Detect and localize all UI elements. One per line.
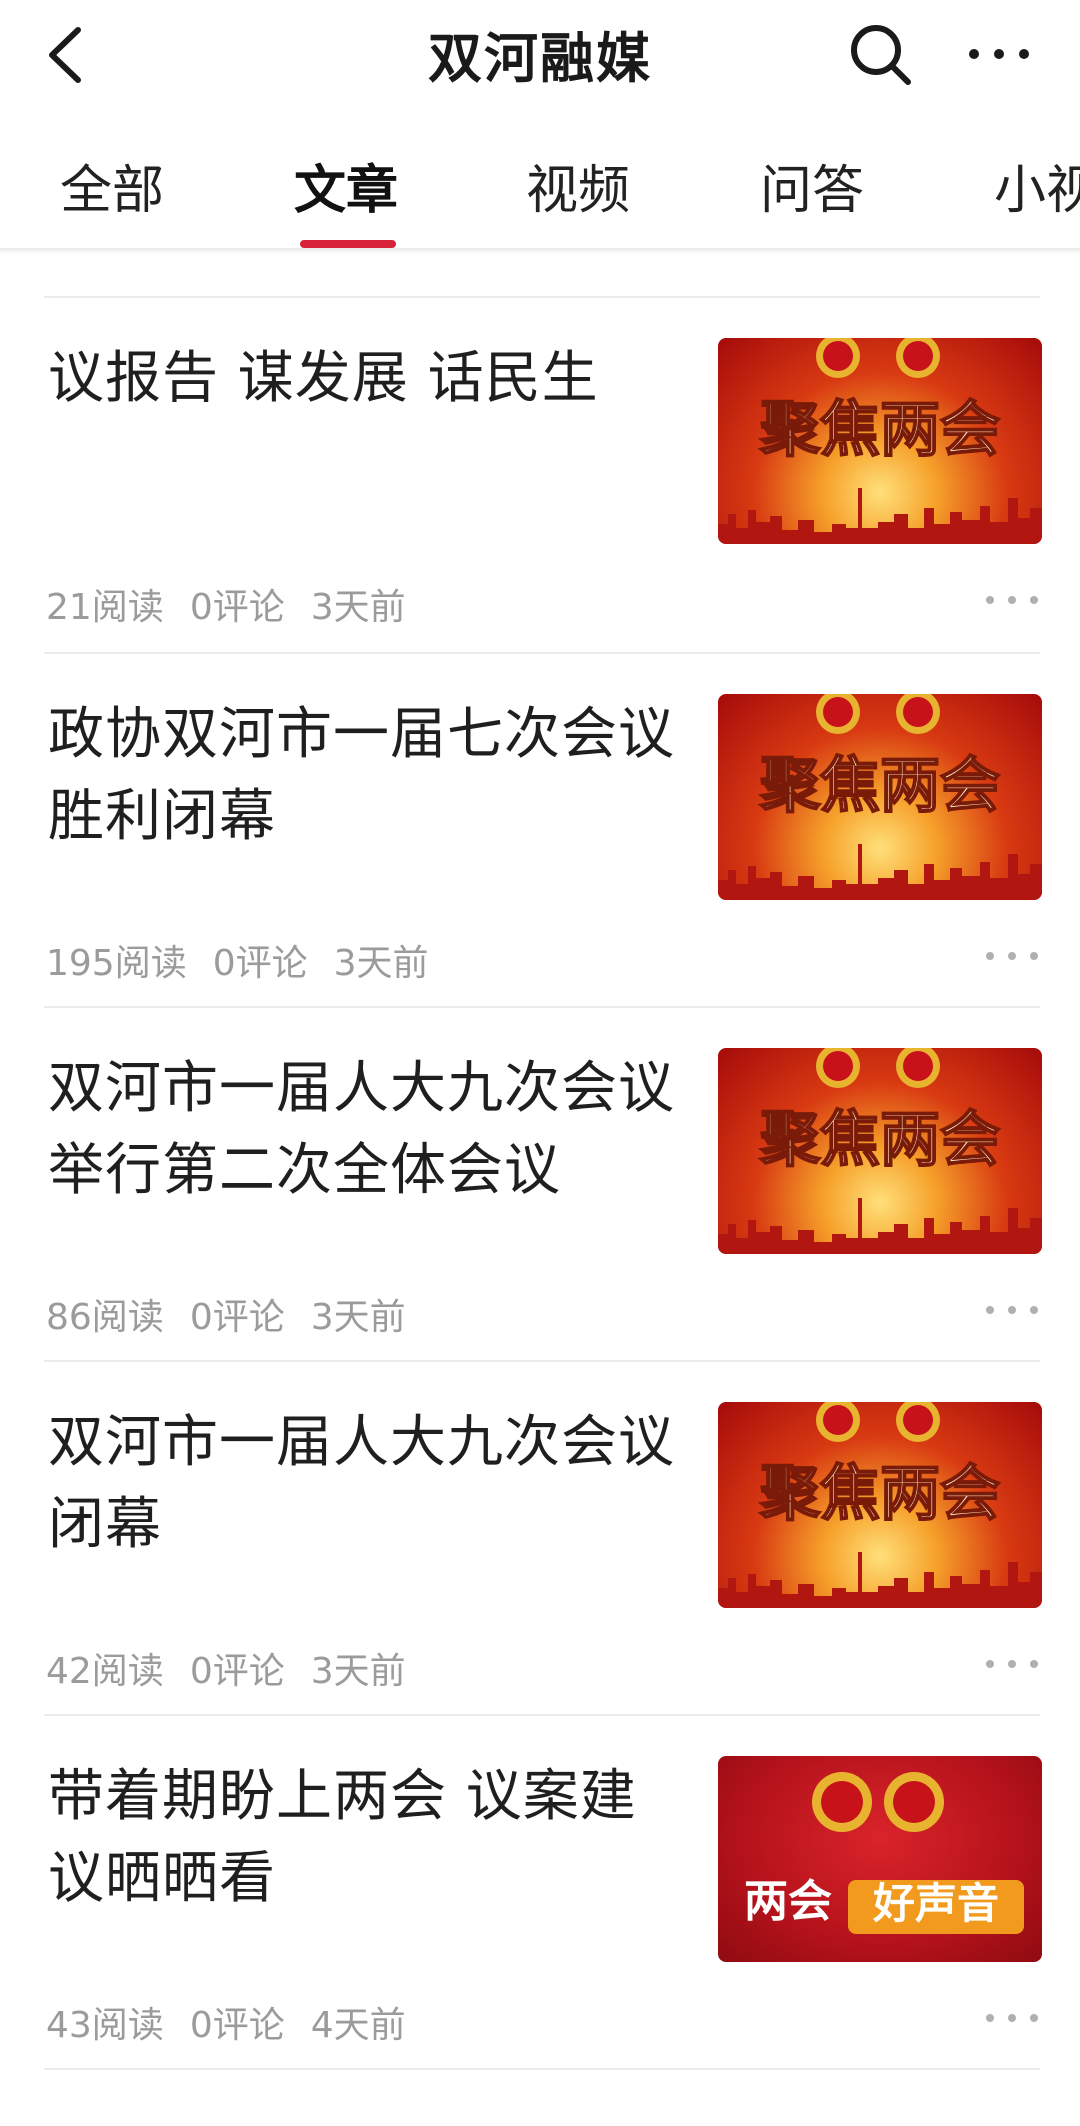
- thumbnail-text: 聚焦两会: [759, 751, 1000, 821]
- thumbnail-badge-text: 好声音: [872, 1879, 999, 1928]
- thumbnail-text: 聚焦两会: [759, 395, 1000, 465]
- article-item[interactable]: 政协双河市一届七次会议胜利闭幕 聚焦两会 195阅读 0评论 3天前: [0, 654, 1080, 1008]
- comment-count: 0评论: [189, 587, 285, 628]
- thumbnail-text: 两会: [744, 1876, 832, 1927]
- read-count: 86阅读: [46, 1297, 164, 1338]
- active-tab-indicator: [300, 240, 396, 248]
- more-options-icon[interactable]: [982, 1652, 1042, 1676]
- read-count: 42阅读: [46, 1651, 164, 1692]
- publish-time: 4天前: [310, 2005, 406, 2046]
- thumbnail-graphic: 聚焦两会: [718, 1048, 1042, 1254]
- tab-qa[interactable]: 问答: [760, 148, 864, 223]
- thumbnail-graphic: 聚焦两会: [718, 338, 1042, 544]
- thumbnail-text: 聚焦两会: [759, 1459, 1000, 1529]
- article-thumbnail[interactable]: 聚焦两会: [718, 1048, 1042, 1254]
- emblem-icon: [816, 1402, 940, 1442]
- article-meta: 21阅读 0评论 3天前: [46, 578, 432, 630]
- read-count: 21阅读: [46, 587, 164, 628]
- article-item[interactable]: 带着期盼上两会 议案建议晒晒看 两会 好声音 43阅读 0评论 4天前: [0, 1716, 1080, 2070]
- app-header: 双河融媒: [0, 0, 1080, 110]
- article-thumbnail[interactable]: 聚焦两会: [718, 338, 1042, 544]
- article-meta: 86阅读 0评论 3天前: [46, 1288, 432, 1340]
- more-menu-icon[interactable]: [964, 24, 1034, 84]
- article-item[interactable]: 议报告 谋发展 话民生 聚焦两会 21阅读 0评论 3天前: [0, 298, 1080, 652]
- article-title[interactable]: 议报告 谋发展 话民生: [48, 338, 688, 420]
- article-thumbnail[interactable]: 聚焦两会: [718, 694, 1042, 900]
- emblem-icon: [816, 1048, 940, 1088]
- search-icon[interactable]: [846, 20, 916, 90]
- article-title[interactable]: 双河市一届人大九次会议闭幕: [48, 1402, 688, 1566]
- thumbnail-graphic: 聚焦两会: [718, 694, 1042, 900]
- tab-all[interactable]: 全部: [60, 148, 164, 223]
- comment-count: 0评论: [189, 1651, 285, 1692]
- emblem-icon: [816, 338, 940, 378]
- tab-videos[interactable]: 视频: [526, 148, 630, 223]
- thumbnail-graphic: 聚焦两会: [718, 1402, 1042, 1608]
- article-meta: 42阅读 0评论 3天前: [46, 1642, 432, 1694]
- thumbnail-graphic: 两会 好声音: [744, 1772, 1024, 1934]
- read-count: 195阅读: [46, 943, 187, 984]
- article-title[interactable]: 双河市一届人大九次会议举行第二次全体会议: [48, 1048, 688, 1212]
- publish-time: 3天前: [310, 587, 406, 628]
- tab-short-videos[interactable]: 小视: [994, 148, 1080, 223]
- comment-count: 0评论: [212, 943, 308, 984]
- emblem-icon: [816, 694, 940, 734]
- divider: [44, 2068, 1040, 2070]
- article-thumbnail[interactable]: 两会 好声音: [718, 1756, 1042, 1962]
- page-title: 双河融媒: [428, 27, 652, 90]
- tab-articles[interactable]: 文章: [294, 148, 398, 223]
- article-item[interactable]: 双河市一届人大九次会议举行第二次全体会议 聚焦两会 86阅读 0评论 3天前: [0, 1008, 1080, 1362]
- more-options-icon[interactable]: [982, 1298, 1042, 1322]
- tabs-divider: [0, 248, 1080, 254]
- emblem-icon: [812, 1772, 944, 1832]
- publish-time: 3天前: [333, 943, 429, 984]
- more-options-icon[interactable]: [982, 944, 1042, 968]
- category-tabs: 全部 文章 视频 问答 小视: [0, 110, 1080, 250]
- more-options-icon[interactable]: [982, 588, 1042, 612]
- thumbnail-text: 聚焦两会: [759, 1105, 1000, 1175]
- publish-time: 3天前: [310, 1651, 406, 1692]
- more-options-icon[interactable]: [982, 2006, 1042, 2030]
- article-title[interactable]: 带着期盼上两会 议案建议晒晒看: [48, 1756, 688, 1920]
- comment-count: 0评论: [189, 1297, 285, 1338]
- article-title[interactable]: 政协双河市一届七次会议胜利闭幕: [48, 694, 688, 858]
- article-meta: 43阅读 0评论 4天前: [46, 1996, 432, 2048]
- article-item[interactable]: 双河市一届人大九次会议闭幕 聚焦两会 42阅读 0评论 3天前: [0, 1362, 1080, 1716]
- comment-count: 0评论: [189, 2005, 285, 2046]
- article-meta: 195阅读 0评论 3天前: [46, 934, 455, 986]
- article-thumbnail[interactable]: 聚焦两会: [718, 1402, 1042, 1608]
- publish-time: 3天前: [310, 1297, 406, 1338]
- read-count: 43阅读: [46, 2005, 164, 2046]
